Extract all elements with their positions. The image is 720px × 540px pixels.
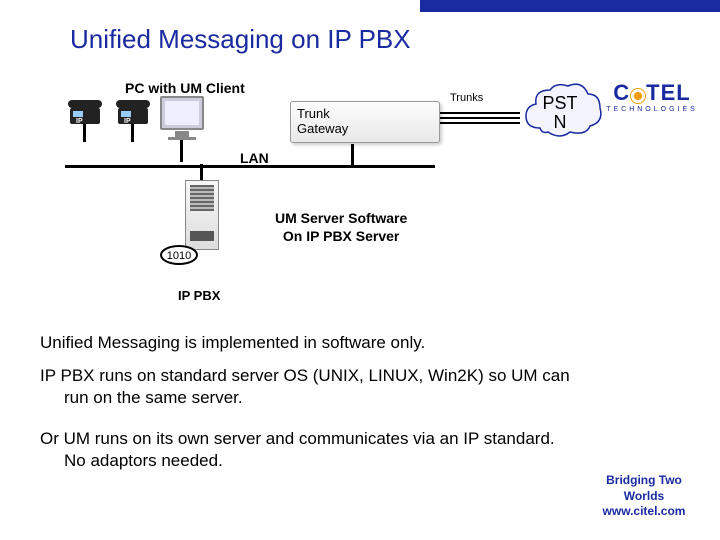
trunk-gateway-label: Trunk Gateway bbox=[297, 106, 348, 136]
footer-line-2: Worlds bbox=[584, 489, 704, 505]
brand-footer: Bridging Two Worlds www.citel.com bbox=[584, 473, 704, 520]
logo-text-left: C bbox=[613, 80, 630, 106]
pstn-cloud: PST N bbox=[520, 80, 600, 140]
body-paragraph-2: IP PBX runs on standard server OS (UNIX,… bbox=[40, 365, 580, 409]
footer-line-3: www.citel.com bbox=[584, 504, 704, 520]
trunk-gateway-box: Trunk Gateway bbox=[290, 101, 440, 143]
pstn-cloud-label: PST N bbox=[520, 94, 600, 132]
ip-phone-icon: IP bbox=[68, 100, 102, 131]
brand-logo: C TEL TECHNOLOGIES bbox=[602, 80, 702, 113]
pc-monitor-icon bbox=[160, 96, 204, 140]
trunks-label: Trunks bbox=[450, 92, 483, 104]
um-server-software-label: UM Server Software On IP PBX Server bbox=[275, 210, 407, 245]
body-paragraph-1: Unified Messaging is implemented in soft… bbox=[40, 332, 580, 354]
trunk-lines-icon bbox=[440, 112, 520, 127]
ip-pbx-server-icon bbox=[185, 180, 219, 250]
pc-client-label: PC with UM Client bbox=[125, 80, 245, 96]
svg-text:IP: IP bbox=[76, 118, 83, 125]
logo-text-right: TEL bbox=[646, 80, 691, 106]
slide-title: Unified Messaging on IP PBX bbox=[70, 24, 411, 55]
sun-icon bbox=[631, 89, 645, 103]
brand-top-bar bbox=[420, 0, 720, 12]
ip-pbx-label: IP PBX bbox=[178, 288, 220, 303]
lan-label: LAN bbox=[240, 150, 269, 166]
logo-subtext: TECHNOLOGIES bbox=[602, 106, 702, 113]
body-paragraph-3: Or UM runs on its own server and communi… bbox=[40, 428, 580, 472]
footer-line-1: Bridging Two bbox=[584, 473, 704, 489]
server-tag-badge: 1010 bbox=[160, 245, 198, 265]
svg-text:IP: IP bbox=[124, 118, 131, 125]
ip-phone-icon: IP bbox=[116, 100, 150, 131]
